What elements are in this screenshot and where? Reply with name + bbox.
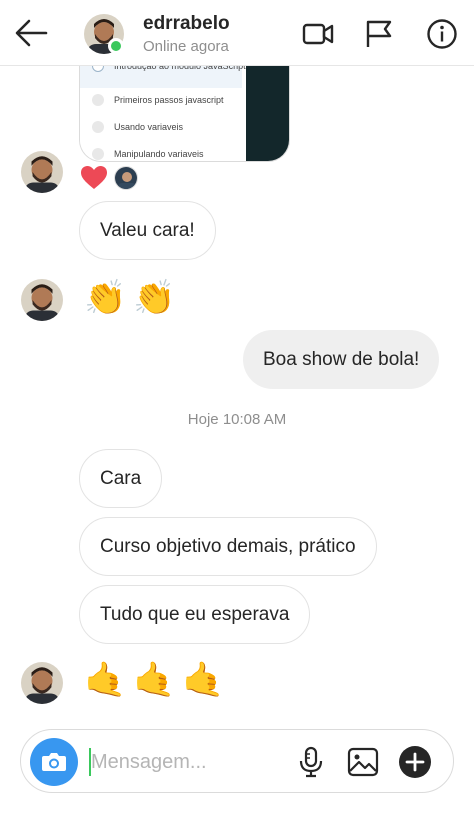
chat-username[interactable]: edrrabelo (143, 13, 230, 35)
card-item: Usando variaveis (92, 121, 183, 133)
call-me-hand-emoji[interactable]: 🤙 (133, 660, 175, 700)
message-input[interactable] (91, 742, 291, 782)
message-bubble[interactable]: Valeu cara! (79, 201, 216, 260)
video-call-icon[interactable] (301, 17, 335, 51)
clap-emoji[interactable]: 👏 (84, 278, 126, 318)
add-icon[interactable] (397, 744, 433, 780)
sender-avatar[interactable] (21, 151, 63, 193)
heart-icon[interactable] (80, 165, 108, 191)
call-me-hand-emoji[interactable]: 🤙 (182, 660, 224, 700)
message-composer (20, 729, 454, 793)
card-item: Manipulando variaveis (92, 148, 204, 160)
card-item: Primeiros passos javascript (92, 94, 224, 106)
card-video-panel (246, 58, 289, 161)
message-text: Tudo que eu esperava (100, 603, 290, 625)
sender-avatar[interactable] (21, 279, 63, 321)
message-text: Curso objetivo demais, prático (100, 535, 356, 557)
card-course-list: Introdução ao módulo JavaScript Primeiro… (80, 58, 246, 161)
message-text: Boa show de bola! (263, 348, 420, 370)
clap-emoji[interactable]: 👏 (133, 278, 175, 318)
info-icon[interactable] (425, 17, 459, 51)
message-timestamp: Hoje 10:08 AM (187, 411, 287, 428)
chat-header: edrrabelo Online agora (0, 0, 474, 66)
message-bubble[interactable]: Curso objetivo demais, prático (79, 517, 377, 576)
shared-media-card[interactable]: Introdução ao módulo JavaScript Primeiro… (79, 58, 290, 162)
sender-avatar[interactable] (21, 662, 63, 704)
outgoing-message-bubble[interactable]: Boa show de bola! (243, 330, 440, 389)
gallery-icon[interactable] (345, 744, 381, 780)
call-me-hand-emoji[interactable]: 🤙 (84, 660, 126, 700)
camera-icon (42, 753, 66, 771)
camera-button[interactable] (30, 738, 78, 786)
online-indicator (108, 38, 124, 54)
message-text: Valeu cara! (100, 219, 195, 241)
message-text: Cara (100, 467, 142, 489)
flag-icon[interactable] (362, 17, 396, 51)
message-bubble[interactable]: Cara (79, 449, 163, 508)
reaction-avatar (114, 166, 138, 190)
back-arrow-icon[interactable] (12, 16, 50, 50)
message-bubble[interactable]: Tudo que eu esperava (79, 585, 311, 644)
online-status: Online agora (143, 38, 229, 55)
microphone-icon[interactable] (293, 744, 329, 780)
